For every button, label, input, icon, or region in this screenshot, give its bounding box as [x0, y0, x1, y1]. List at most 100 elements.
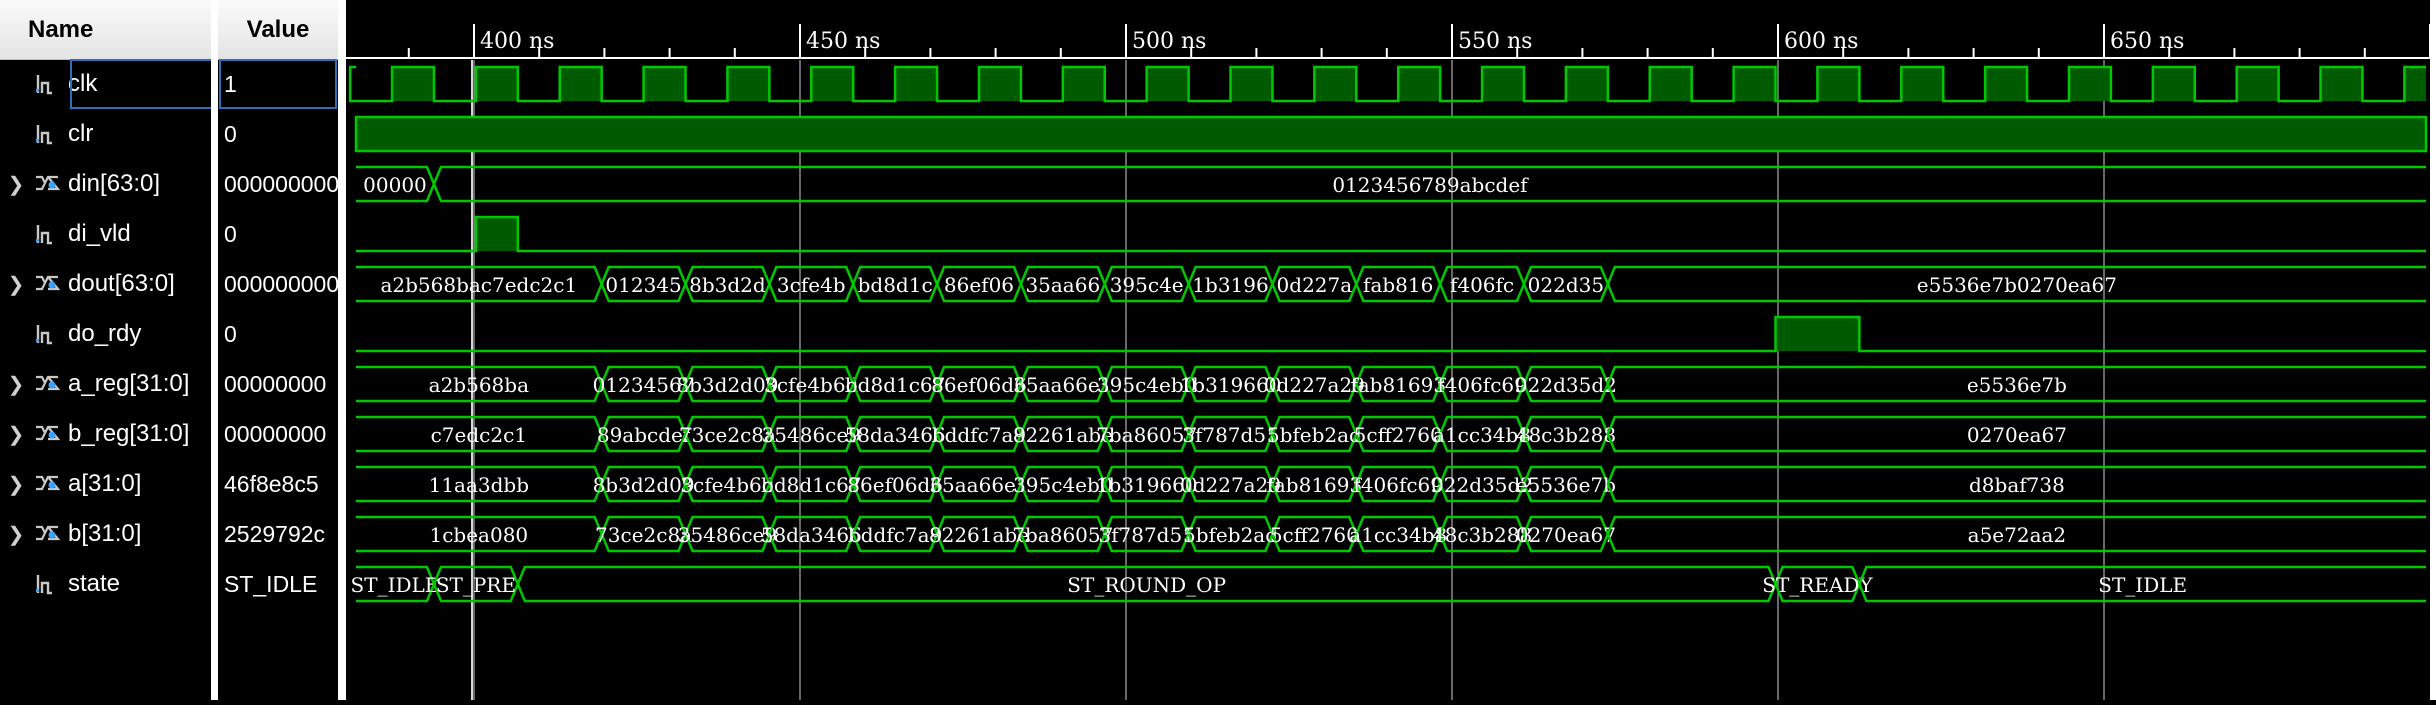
din-waveform[interactable]: 00000 0123456789abcdef — [356, 165, 2426, 203]
state-value-label: ST_IDLE — [351, 573, 440, 597]
expand-chevron-icon[interactable]: ❯ — [0, 522, 32, 547]
signal-name-panel: Name clk clr ❯ din[63:0] di_vld ❯ dout[63:0] do… — [0, 0, 211, 700]
scalar-signal-icon — [32, 569, 68, 599]
clr-waveform[interactable] — [354, 115, 2428, 153]
dout-value-label: 1b3196 — [1192, 273, 1268, 297]
b-waveform[interactable]: 1cbea080 73ce2c8a35486ce958da3466bddfc7a9… — [356, 515, 2426, 553]
waveform-splitter[interactable] — [338, 0, 346, 700]
clk-high-phase — [1230, 67, 1273, 101]
bus-signal-icon — [32, 269, 68, 299]
signal-value-panel: Value 1 0 000000000 0 000000000 0 00000000 0000… — [218, 0, 338, 700]
signal-row-b[interactable]: ❯ b[31:0] — [0, 509, 142, 559]
a_reg-waveform[interactable]: a2b568ba 012345678b3d2d093cfe4b6dbd8d1c67… — [356, 365, 2426, 403]
b-value-label: 5cff2760 — [1270, 523, 1359, 547]
clk-high-phase — [1649, 67, 1692, 101]
column-splitter[interactable] — [211, 0, 218, 700]
expand-chevron-icon[interactable]: ❯ — [0, 372, 32, 397]
a-waveform[interactable]: 11aa3dbb 8b3d2d093cfe4b6dbd8d1c6786ef06d6… — [356, 465, 2426, 503]
a-value-label: f406fc69 — [1353, 473, 1443, 497]
dout-waveform[interactable]: a2b568bac7edc2c1 012345 8b3d2d 3cfe4b bd8d1c… — [356, 265, 2426, 303]
waveform-area[interactable]: 400 ns 450 ns 500 ns 550 ns 600 ns 650 ns 0000… — [342, 0, 2436, 700]
a_reg-value-label: e5536e7b — [1967, 373, 2067, 397]
expand-chevron-icon[interactable]: ❯ — [0, 422, 32, 447]
dout-value-label: 86ef06 — [944, 273, 1014, 297]
b_reg-value-label: 48c3b288 — [1516, 423, 1616, 447]
signal-name-label: b[31:0] — [68, 520, 142, 547]
waveform-canvas[interactable]: 400 ns 450 ns 500 ns 550 ns 600 ns 650 ns 0000… — [342, 0, 2436, 700]
clr-high-level — [354, 115, 2428, 153]
signal-row-clr[interactable]: clr — [0, 109, 93, 159]
b_reg-value-label: 89abcdef — [597, 423, 692, 447]
time-tick-label: 400 ns — [480, 29, 554, 54]
time-tick-label: 600 ns — [1784, 29, 1858, 54]
clk-high-phase — [2236, 67, 2279, 101]
state-value-label: ST_ROUND_OP — [1067, 573, 1226, 597]
signal-value: 0 — [224, 320, 237, 347]
clk-high-phase — [1314, 67, 1357, 101]
signal-name-label: do_rdy — [68, 320, 142, 347]
b-value-label: 0270ea67 — [1516, 523, 1616, 547]
signal-row-a-reg[interactable]: ❯ a_reg[31:0] — [0, 359, 190, 409]
b-value-label: a5e72aa2 — [1968, 523, 2067, 547]
clk-high-phase — [392, 67, 434, 101]
b_reg-value-label: c7edc2c1 — [431, 423, 527, 447]
clk-high-phase — [2320, 67, 2363, 101]
scalar-signal-icon — [32, 319, 68, 349]
bus-signal-icon — [32, 469, 68, 499]
signal-name-label: di_vld — [68, 220, 131, 247]
clk-high-phase — [1985, 67, 2028, 101]
signal-row-a[interactable]: ❯ a[31:0] — [0, 459, 142, 509]
time-tick-label: 450 ns — [806, 29, 880, 54]
clk-high-phase — [1062, 67, 1105, 101]
signal-name-label: clr — [68, 120, 94, 147]
dout-value-label: 3cfe4b — [777, 273, 846, 297]
b_reg-waveform[interactable]: c7edc2c1 89abcdef73ce2c8a35486ce958da3466… — [356, 415, 2426, 453]
expand-chevron-icon[interactable]: ❯ — [0, 472, 32, 497]
signal-name-label: a_reg[31:0] — [68, 370, 190, 397]
signal-name-label: b_reg[31:0] — [68, 420, 190, 447]
bus-signal-icon — [32, 519, 68, 549]
clk-high-phase — [1733, 67, 1776, 101]
time-tick-label: 650 ns — [2110, 29, 2184, 54]
b_reg-value-label: 0270ea67 — [1967, 423, 2067, 447]
din-value-label: 00000 — [363, 173, 427, 197]
name-column-header[interactable]: Name — [0, 0, 211, 60]
signal-value: 00000000 — [224, 420, 327, 447]
do_rdy-pulse — [1775, 317, 1860, 351]
a_reg-value-label: 8b3d2d09 — [676, 373, 778, 397]
di_vld-waveform[interactable] — [356, 215, 2426, 253]
dout-value-label: fab816 — [1363, 273, 1433, 297]
a-value-label: d8baf738 — [1969, 473, 2065, 497]
a_reg-value-label: a2b568ba — [429, 373, 529, 397]
signal-row-dout[interactable]: ❯ dout[63:0] — [0, 259, 175, 309]
clk-high-phase — [1398, 67, 1441, 101]
expand-chevron-icon[interactable]: ❯ — [0, 172, 32, 197]
clk-high-phase — [978, 67, 1021, 101]
signal-row-din[interactable]: ❯ din[63:0] — [0, 159, 160, 209]
expand-chevron-icon[interactable]: ❯ — [0, 272, 32, 297]
clk-high-phase — [2068, 67, 2111, 101]
value-column-header[interactable]: Value — [218, 0, 338, 60]
signal-value: 2529792c — [224, 520, 326, 547]
time-tick-label: 550 ns — [1458, 29, 1532, 54]
signal-row-di-vld[interactable]: di_vld — [0, 209, 131, 259]
state-value-label: ST_PRE — [436, 573, 516, 597]
signal-name-label: din[63:0] — [68, 170, 161, 197]
scalar-signal-icon — [32, 69, 68, 99]
right-edge-marker — [2430, 0, 2436, 700]
state-waveform[interactable]: ST_IDLEST_PRE ST_ROUND_OP ST_READY ST_IDLE — [351, 565, 2426, 603]
signal-row-b-reg[interactable]: ❯ b_reg[31:0] — [0, 409, 190, 459]
bus-signal-icon — [32, 419, 68, 449]
do_rdy-waveform[interactable] — [356, 315, 2426, 353]
bus-signal-icon — [32, 169, 68, 199]
signal-value: 46f8e8c5 — [224, 470, 319, 497]
state-value-label: ST_READY — [1762, 573, 1873, 597]
signal-row-state[interactable]: state — [0, 559, 120, 609]
clk-high-phase — [2152, 67, 2195, 101]
b-value-label: 3f787d51 — [1098, 523, 1195, 547]
dout-value-label: bd8d1c — [858, 273, 933, 297]
clk-waveform[interactable] — [348, 65, 2426, 103]
signal-row-do-rdy[interactable]: do_rdy — [0, 309, 141, 359]
signal-value: 0000000000000000 — [224, 170, 338, 197]
clk-high-phase — [1901, 67, 1944, 101]
